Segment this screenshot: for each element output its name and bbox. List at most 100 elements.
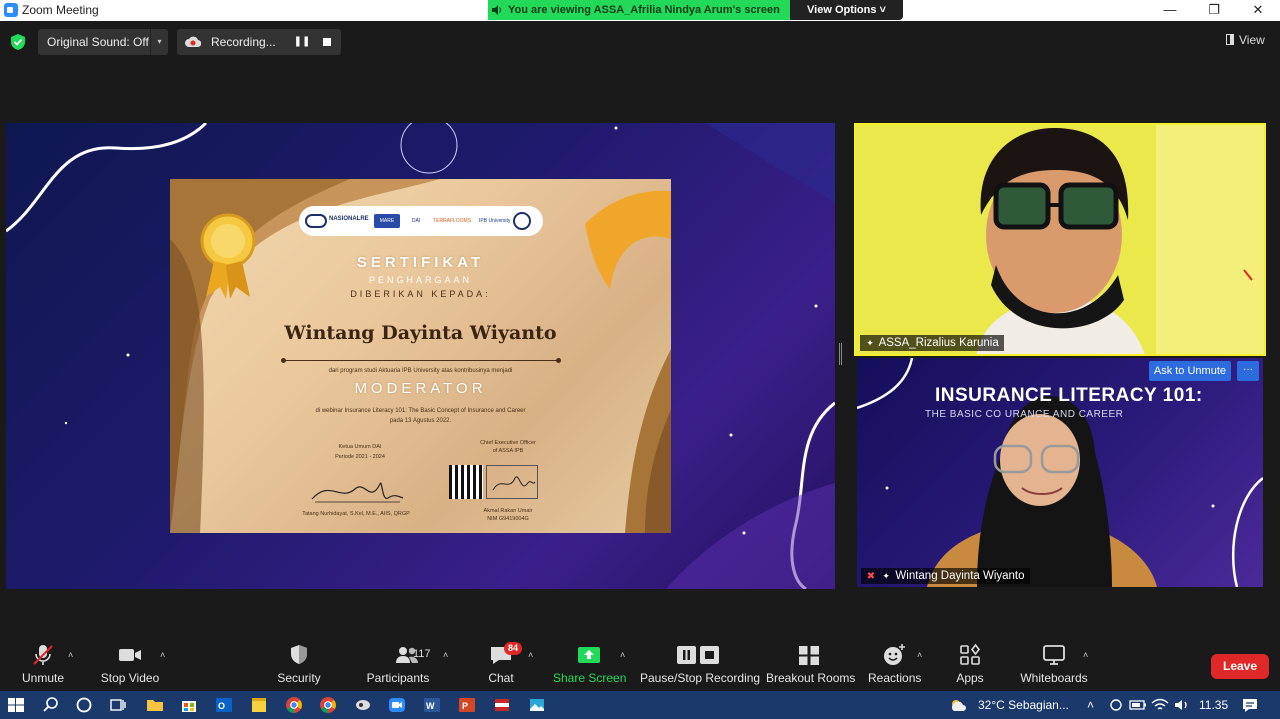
whiteboards-button[interactable]: Whiteboards	[1020, 642, 1088, 690]
pin-icon: ✦	[866, 338, 874, 348]
audio-options-caret[interactable]: ˄	[68, 650, 73, 660]
word-icon[interactable]: W	[422, 695, 442, 715]
participants-label: Participants	[366, 671, 430, 685]
file-explorer-icon[interactable]	[145, 695, 165, 715]
tray-app-icon[interactable]	[1106, 695, 1126, 715]
volume-icon[interactable]	[1172, 695, 1192, 715]
meeting-top-bar: Original Sound: Off ▾ Recording... ❚❚ Vi…	[0, 21, 1280, 63]
certificate-desc-line1: di webinar Insurance Literacy 101: The B…	[315, 408, 526, 414]
stop-video-button[interactable]: Stop Video	[97, 642, 163, 690]
app-icon[interactable]	[353, 695, 373, 715]
original-sound-toggle[interactable]: Original Sound: Off ▾	[38, 29, 168, 55]
clock[interactable]: 11.35	[1199, 698, 1228, 712]
apps-button[interactable]: Apps	[950, 642, 990, 690]
participant-video-tile[interactable]: ✦ ASSA_Rizalius Karunia	[854, 123, 1266, 356]
window-title: Zoom Meeting	[22, 3, 99, 17]
signatory-2-title-line1: Chief Executive Officer	[480, 440, 536, 446]
speaker-icon	[492, 5, 501, 15]
stop-video-label: Stop Video	[100, 671, 160, 685]
emoji-reaction-icon	[884, 644, 905, 665]
whiteboard-icon	[1043, 645, 1065, 665]
cortana-icon[interactable]	[74, 695, 94, 715]
pause-stop-recording-button[interactable]: Pause/Stop Recording	[640, 642, 760, 690]
certificate-desc-line2: pada 13 Agustus 2022.	[389, 418, 452, 424]
stop-recording-button[interactable]	[318, 33, 336, 51]
whiteboards-label: Whiteboards	[1020, 671, 1088, 685]
unmute-button[interactable]: Unmute	[13, 642, 73, 690]
viewing-screen-banner: You are viewing ASSA_Afrilia Nindya Arum…	[488, 0, 790, 20]
reactions-options-caret[interactable]: ˄	[917, 650, 922, 660]
reactions-button[interactable]: Reactions	[868, 642, 921, 690]
signatory-2-name-line2: NIM G9419004G	[487, 516, 529, 522]
pin-icon: ✦	[882, 571, 890, 581]
title-bar: Zoom Meeting You are viewing ASSA_Afrili…	[0, 0, 1280, 21]
share-options-caret[interactable]: ˄	[620, 650, 625, 660]
assa-logo	[513, 212, 531, 230]
original-sound-label: Original Sound: Off	[47, 35, 149, 49]
security-button[interactable]: Security	[274, 642, 324, 690]
video-camera-icon	[119, 649, 141, 661]
signatory-1-title-line2: Periode 2021 - 2024	[335, 454, 385, 460]
breakout-rooms-button[interactable]: Breakout Rooms	[766, 642, 855, 690]
unmute-label: Unmute	[21, 671, 65, 685]
app-2-icon[interactable]	[492, 695, 512, 715]
share-screen-icon	[578, 647, 600, 663]
microphone-muted-icon	[33, 645, 53, 665]
ojk-logo	[305, 214, 327, 228]
participants-options-caret[interactable]: ˄	[443, 650, 448, 660]
participants-count: 117	[413, 648, 431, 660]
pause-recording-button[interactable]: ❚❚	[293, 33, 311, 51]
participant-video-tile[interactable]: INSURANCE LITERACY 101: THE BASIC CO URA…	[857, 358, 1263, 587]
close-button[interactable]: ✕	[1236, 0, 1280, 21]
chevron-down-icon[interactable]: ▾	[150, 29, 168, 55]
tray-overflow-caret[interactable]: ˄	[1087, 698, 1094, 712]
notification-center-icon[interactable]	[1240, 695, 1260, 715]
signatory-2-title: Chief Executive Officer of ASSA IPB	[453, 439, 563, 455]
partner-logo-2: MARE	[374, 214, 400, 228]
view-label: View	[1239, 33, 1265, 47]
chrome-profile-icon[interactable]	[318, 695, 338, 715]
recording-indicator: Recording... ❚❚	[177, 29, 341, 55]
more-options-button[interactable]: ···	[1237, 361, 1259, 381]
task-view-icon[interactable]	[108, 695, 128, 715]
panel-resize-handle[interactable]	[839, 343, 842, 365]
search-icon[interactable]	[41, 695, 61, 715]
microsoft-store-icon[interactable]	[179, 695, 199, 715]
view-button[interactable]: View	[1226, 33, 1265, 47]
encryption-shield-icon[interactable]	[11, 34, 25, 50]
svg-text:O: O	[218, 701, 225, 711]
apps-label: Apps	[956, 671, 984, 685]
ask-to-unmute-button[interactable]: Ask to Unmute	[1148, 361, 1231, 381]
signature-1	[311, 482, 404, 503]
minimize-button[interactable]: —	[1148, 0, 1192, 21]
wifi-icon[interactable]	[1150, 695, 1170, 715]
photos-icon[interactable]	[527, 695, 547, 715]
chat-options-caret[interactable]: ˄	[528, 650, 533, 660]
chrome-icon[interactable]	[284, 695, 304, 715]
outlook-icon[interactable]: O	[214, 695, 234, 715]
partner-logo-4: TERRAFLOOMS	[433, 218, 472, 224]
weather-text[interactable]: 32°C Sebagian...	[978, 698, 1069, 712]
zoom-taskbar-icon[interactable]	[387, 695, 407, 715]
chat-unread-badge: 84	[504, 642, 522, 655]
video-options-caret[interactable]: ˄	[160, 650, 165, 660]
windows-start-icon[interactable]	[6, 695, 26, 715]
signatory-1-title: Ketua Umum DAI Periode 2021 - 2024	[310, 442, 410, 462]
signatory-2-name-line1: Akmal Rakan Umair	[483, 508, 533, 514]
certificate-divider	[281, 358, 561, 363]
leave-button[interactable]: Leave	[1211, 654, 1269, 679]
zoom-app-icon	[4, 3, 18, 17]
powerpoint-icon[interactable]: P	[457, 695, 477, 715]
signatory-1-title-line1: Ketua Umum DAI	[338, 444, 382, 450]
restore-button[interactable]: ❐	[1192, 0, 1236, 21]
sticky-notes-icon[interactable]	[249, 695, 269, 715]
battery-icon[interactable]	[1128, 695, 1148, 715]
whiteboards-options-caret[interactable]: ˄	[1083, 650, 1088, 660]
participant-name-tag: ✖ ✦ Wintang Dayinta Wiyanto	[861, 568, 1030, 584]
qr-code	[449, 465, 483, 499]
share-screen-button[interactable]: Share Screen	[553, 642, 626, 690]
participant-video	[856, 125, 1264, 354]
meeting-toolbar: Unmute ˄ Stop Video ˄ Security Participa…	[0, 636, 1280, 691]
view-options-button[interactable]: View Options ˅	[790, 0, 903, 20]
background-title: INSURANCE LITERACY 101:	[935, 385, 1203, 406]
